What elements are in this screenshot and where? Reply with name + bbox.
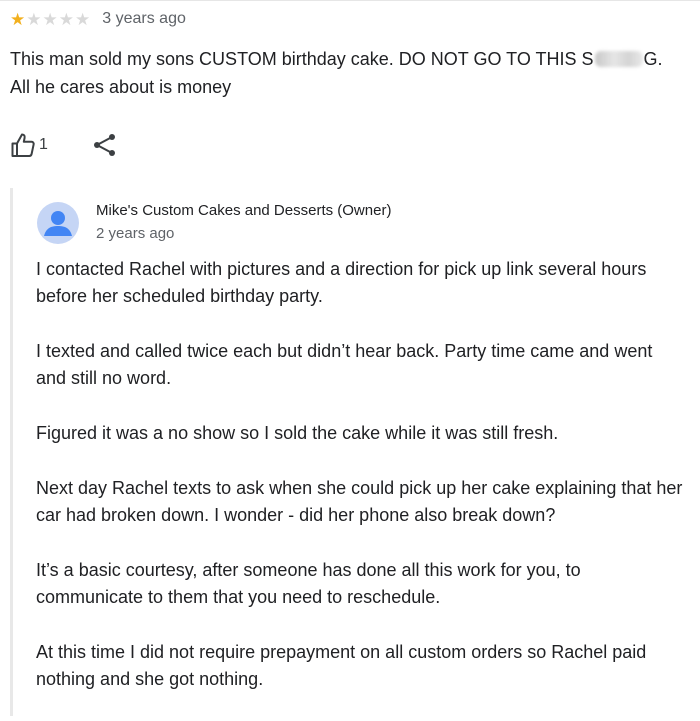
reply-paragraph: Figured it was a no show so I sold the c… <box>36 423 559 443</box>
reply-date: 2 years ago <box>96 225 175 242</box>
reply-paragraph: It’s a basic courtesy, after someone has… <box>36 560 581 607</box>
review-actions: 1 <box>10 130 118 160</box>
star-icon: ★ <box>26 9 42 29</box>
reply-paragraph: I texted and called twice each but didn’… <box>36 341 653 388</box>
top-divider <box>0 0 700 1</box>
share-icon <box>93 134 115 156</box>
person-avatar-icon <box>37 202 79 244</box>
share-button[interactable] <box>92 132 118 158</box>
review-meta: ★ ★ ★ ★ ★ 3 years ago <box>10 8 186 30</box>
reply-paragraph: At this time I did not require prepaymen… <box>36 642 647 689</box>
star-rating: ★ ★ ★ ★ ★ <box>10 11 90 28</box>
review-text: This man sold my sons CUSTOM birthday ca… <box>10 45 670 101</box>
review-date: 3 years ago <box>102 10 186 27</box>
owner-reply: Mike's Custom Cakes and Desserts (Owner)… <box>10 188 700 716</box>
reply-paragraph: I contacted Rachel with pictures and a d… <box>36 259 647 306</box>
star-icon: ★ <box>10 9 26 29</box>
star-icon: ★ <box>58 9 74 29</box>
censored-blur <box>594 51 643 67</box>
thumbs-up-icon <box>11 133 35 157</box>
review-text-part1: This man sold my sons CUSTOM birthday ca… <box>10 49 594 69</box>
reply-paragraph: Next day Rachel texts to ask when she co… <box>36 478 683 525</box>
reply-body: I contacted Rachel with pictures and a d… <box>36 256 686 721</box>
like-count: 1 <box>39 136 48 153</box>
like-button[interactable]: 1 <box>10 132 48 158</box>
star-icon: ★ <box>42 9 58 29</box>
owner-name[interactable]: Mike's Custom Cakes and Desserts (Owner) <box>96 202 391 219</box>
star-icon: ★ <box>75 9 91 29</box>
